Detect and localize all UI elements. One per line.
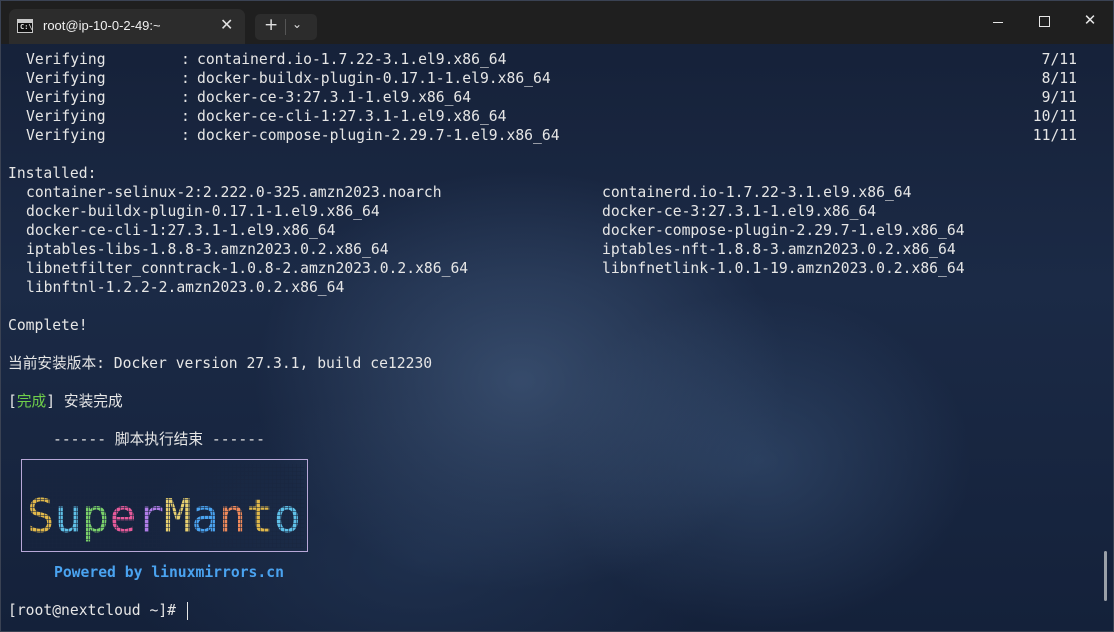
installed-package: docker-ce-cli-1:27.3.1-1.el9.x86_64: [26, 222, 336, 239]
verify-package: docker-buildx-plugin-0.17.1-1.el9.x86_64: [197, 70, 551, 87]
verify-label: Verifying: [26, 70, 106, 87]
terminal-output[interactable]: Verifying : containerd.io-1.7.22-3.1.el9…: [1, 44, 1113, 631]
verify-label: Verifying: [26, 89, 106, 106]
verify-count: 8/11: [1041, 70, 1077, 87]
pixel-gridline: [25, 531, 304, 532]
pixel-gridline: [25, 479, 304, 480]
pixel-gridline: [25, 487, 304, 488]
pixel-gridline: [25, 475, 304, 476]
tab-title: root@ip-10-0-2-49:~: [43, 18, 161, 33]
close-window-button[interactable]: ✕: [1075, 11, 1105, 33]
verify-label: Verifying: [26, 51, 106, 68]
installed-package: libnfnetlink-1.0.1-19.amzn2023.0.2.x86_6…: [602, 260, 965, 277]
verify-sep: :: [181, 127, 190, 144]
script-end-line: ------ 脚本执行结束 ------: [53, 431, 265, 448]
maximize-icon: [1039, 16, 1050, 27]
pixel-gridline: [25, 483, 304, 484]
new-tab-button[interactable]: +: [264, 15, 278, 35]
complete-message: Complete!: [8, 317, 88, 334]
done-tag: 完成: [16, 393, 47, 410]
pixel-gridline: [25, 519, 304, 520]
powered-by-line: Powered by linuxmirrors.cn: [54, 564, 284, 581]
verify-count: 10/11: [1032, 108, 1077, 125]
verify-sep: :: [181, 51, 190, 68]
installed-package: containerd.io-1.7.22-3.1.el9.x86_64: [602, 184, 912, 201]
pixel-gridline: [25, 511, 304, 512]
docker-version-line: 当前安装版本: Docker version 27.3.1, build ce1…: [8, 355, 433, 372]
icon-text: C:\: [20, 23, 33, 31]
pixel-gridline: [25, 515, 304, 516]
pixel-gridline: [25, 535, 304, 536]
pixel-gridline: [25, 539, 304, 540]
verify-sep: :: [181, 89, 190, 106]
scrollbar-thumb[interactable]: [1104, 551, 1107, 601]
tab-close-icon[interactable]: ✕: [220, 15, 233, 34]
pixel-gridline: [25, 503, 304, 504]
verify-count: 7/11: [1041, 51, 1077, 68]
title-bar: C:\ root@ip-10-0-2-49:~ ✕ + ⌄ ✕: [1, 1, 1113, 44]
installed-package: libnftnl-1.2.2-2.amzn2023.0.2.x86_64: [26, 279, 345, 296]
installed-package: libnetfilter_conntrack-1.0.8-2.amzn2023.…: [26, 260, 469, 277]
verify-package: containerd.io-1.7.22-3.1.el9.x86_64: [197, 51, 507, 68]
pixel-gridline: [25, 491, 304, 492]
minimize-button[interactable]: [983, 11, 1013, 33]
command-prompt-icon: C:\: [17, 19, 33, 33]
verify-sep: :: [181, 108, 190, 125]
pixel-gridline: [25, 495, 304, 496]
divider: [285, 19, 286, 35]
installed-heading: Installed:: [8, 165, 97, 182]
pixel-gridline: [25, 467, 304, 468]
cursor: [187, 602, 188, 620]
verify-label: Verifying: [26, 127, 106, 144]
done-text: 安装完成: [55, 393, 123, 410]
bracket: ]: [46, 393, 56, 410]
terminal-tab[interactable]: C:\ root@ip-10-0-2-49:~ ✕: [9, 9, 245, 44]
verify-label: Verifying: [26, 108, 106, 125]
maximize-button[interactable]: [1029, 11, 1059, 33]
terminal-window: C:\ root@ip-10-0-2-49:~ ✕ + ⌄ ✕ Verifyin…: [0, 0, 1114, 632]
pixel-gridline: [25, 499, 304, 500]
supermanto-banner: SuperManto: [21, 459, 308, 552]
bracket: [: [8, 393, 17, 410]
pixel-gridline: [25, 507, 304, 508]
installed-package: iptables-nft-1.8.8-3.amzn2023.0.2.x86_64: [602, 241, 956, 258]
pixel-gridline: [25, 547, 304, 548]
verify-package: docker-ce-cli-1:27.3.1-1.el9.x86_64: [197, 108, 507, 125]
pixel-gridline: [25, 471, 304, 472]
verify-package: docker-compose-plugin-2.29.7-1.el9.x86_6…: [197, 127, 560, 144]
banner-art: SuperManto: [25, 464, 304, 548]
minimize-icon: [993, 22, 1003, 23]
verify-count: 11/11: [1032, 127, 1077, 144]
installed-package: container-selinux-2:2.222.0-325.amzn2023…: [26, 184, 442, 201]
chevron-down-icon[interactable]: ⌄: [292, 17, 302, 31]
close-icon: ✕: [1083, 11, 1097, 29]
pixel-gridline: [25, 527, 304, 528]
installed-package: docker-compose-plugin-2.29.7-1.el9.x86_6…: [602, 222, 965, 239]
installed-package: docker-buildx-plugin-0.17.1-1.el9.x86_64: [26, 203, 380, 220]
done-status-line: [完成] 安装完成: [8, 392, 123, 411]
installed-package: iptables-libs-1.8.8-3.amzn2023.0.2.x86_6…: [26, 241, 389, 258]
new-tab-group: + ⌄: [255, 14, 317, 40]
verify-sep: :: [181, 70, 190, 87]
installed-package: docker-ce-3:27.3.1-1.el9.x86_64: [602, 203, 877, 220]
verify-count: 9/11: [1041, 89, 1077, 106]
verify-package: docker-ce-3:27.3.1-1.el9.x86_64: [197, 89, 472, 106]
shell-prompt: [root@nextcloud ~]#: [8, 602, 185, 619]
pixel-gridline: [25, 523, 304, 524]
pixel-gridline: [25, 543, 304, 544]
